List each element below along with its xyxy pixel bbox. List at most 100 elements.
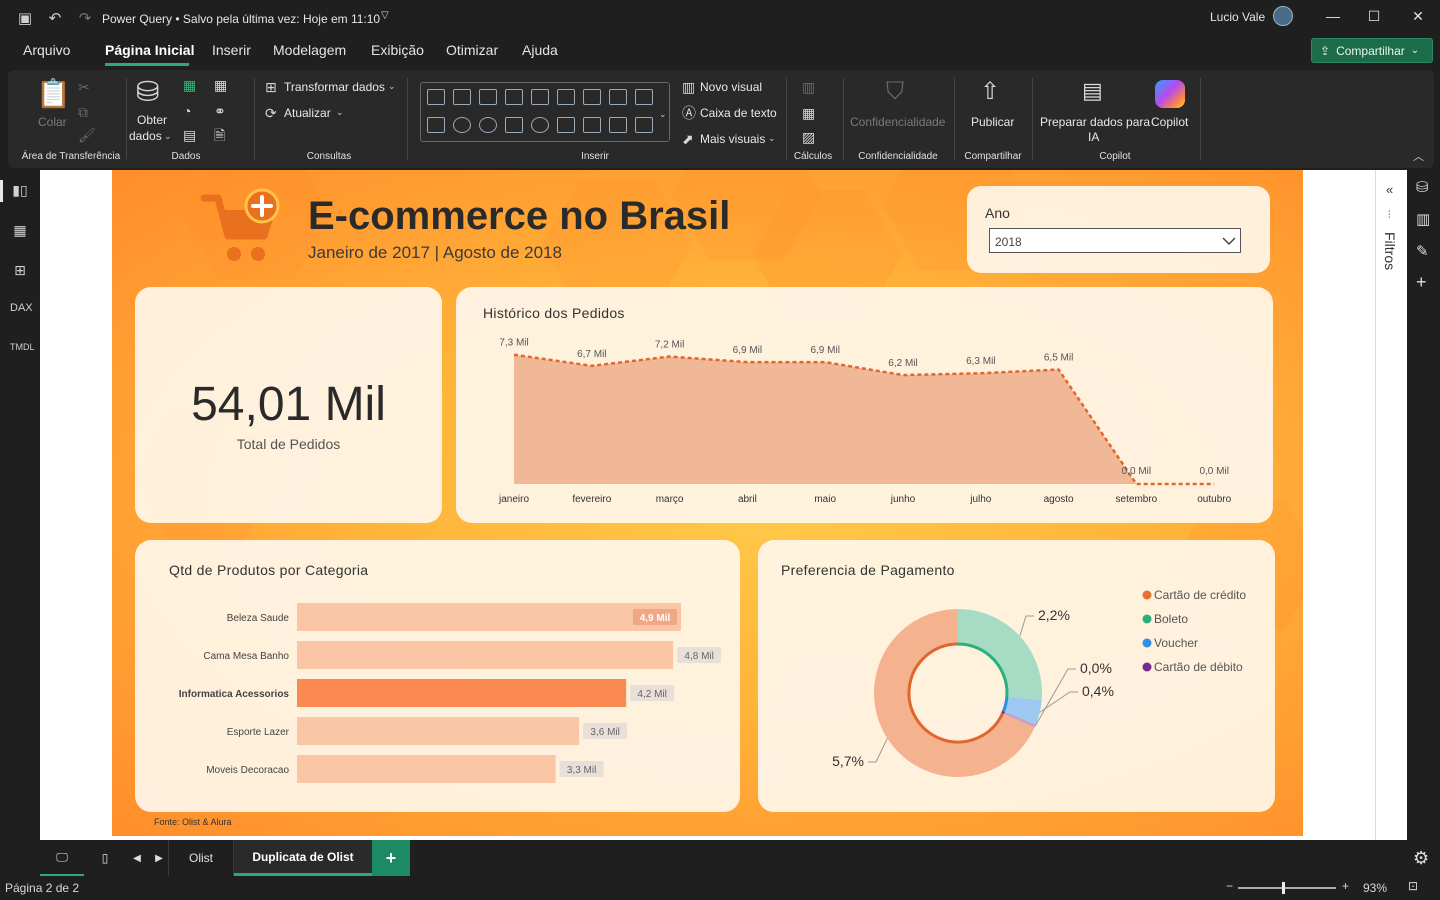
recent-sources-icon[interactable]: 🗎 — [214, 128, 225, 142]
paste-icon[interactable]: 📋 — [36, 80, 71, 108]
dax-query-icon[interactable]: DAX — [10, 302, 33, 320]
next-page-icon[interactable]: ▶ — [150, 840, 168, 876]
get-data-label-2[interactable]: dados — [129, 129, 162, 143]
new-visual-icon[interactable]: ▥ — [682, 80, 695, 94]
menu-pagina-inicial[interactable]: Página Inicial — [105, 42, 194, 58]
publish-button[interactable]: Publicar — [971, 115, 1014, 129]
menu-inserir[interactable]: Inserir — [212, 42, 251, 58]
copy-icon[interactable]: ⧉ — [78, 105, 88, 119]
excel-icon[interactable]: ▦ — [183, 78, 196, 92]
expand-filters-icon[interactable]: « — [1386, 182, 1393, 197]
format-painter-icon[interactable]: 🖌 — [78, 128, 96, 142]
page-tab-duplicata[interactable]: Duplicata de Olist — [234, 840, 372, 876]
calculator-icon[interactable]: ▦ — [802, 106, 815, 120]
zoom-slider[interactable] — [1238, 882, 1336, 894]
add-page-button[interactable]: + — [372, 840, 410, 876]
filters-label[interactable]: Filtros — [1382, 232, 1398, 270]
donut-chart-icon[interactable] — [479, 117, 497, 133]
chevron-down-icon[interactable]: ⌄ — [659, 109, 667, 120]
menu-otimizar[interactable]: Otimizar — [446, 42, 498, 58]
format-pane-icon[interactable]: ✎ — [1416, 242, 1429, 260]
kpi-card[interactable]: 54,01 Mil Total de Pedidos — [135, 287, 442, 523]
sql-icon[interactable]: ▤ — [183, 128, 196, 142]
copilot-button[interactable]: Copilot — [1151, 115, 1188, 129]
transform-icon[interactable]: ⊞ — [265, 80, 277, 94]
history-chart-card[interactable]: Histórico dos Pedidos 7,3 Mil janeiro 6,7 … — [456, 287, 1273, 523]
matrix-visual-icon[interactable] — [635, 117, 653, 133]
100-column-icon[interactable] — [557, 89, 575, 105]
chevron-down-icon[interactable]: ⌄ — [388, 81, 396, 92]
new-measure-icon[interactable]: ▨ — [802, 130, 815, 144]
model-view-icon[interactable]: ⊞ — [10, 262, 30, 280]
publish-icon[interactable]: ⇧ — [980, 80, 1000, 104]
menu-modelagem[interactable]: Modelagem — [273, 42, 346, 58]
fit-page-icon[interactable]: ⊡ — [1408, 879, 1418, 893]
chevron-down-icon[interactable]: ⌄ — [768, 133, 776, 144]
chevron-down-icon[interactable]: ⌄ — [164, 131, 172, 142]
chevron-down-icon[interactable]: ▽ — [381, 10, 389, 21]
dataverse-icon[interactable]: ⚭ — [214, 104, 226, 118]
table-view-icon[interactable]: ▦ — [10, 222, 30, 240]
clustered-bar-icon[interactable] — [479, 89, 497, 105]
redo-icon[interactable]: ↷ — [72, 5, 98, 31]
settings-gear-icon[interactable]: ⚙ — [1413, 848, 1429, 869]
visual-gallery[interactable]: ⌄ — [420, 82, 670, 142]
map-icon[interactable] — [531, 117, 549, 133]
more-visuals-icon[interactable]: ⬈ — [682, 132, 694, 146]
year-dropdown[interactable]: 2018 — [989, 228, 1241, 253]
area-chart-icon[interactable] — [609, 89, 627, 105]
close-icon[interactable]: ✕ — [1408, 8, 1428, 28]
maximize-icon[interactable]: ☐ — [1364, 8, 1384, 28]
visualizations-icon[interactable]: ▥ — [1416, 210, 1430, 228]
table-visual-icon[interactable] — [609, 117, 627, 133]
prepare-data-ai-label-2[interactable]: IA — [1088, 130, 1099, 144]
paste-label[interactable]: Colar — [38, 115, 67, 129]
database-icon[interactable]: ⛁ — [136, 78, 159, 106]
onelake-icon[interactable]: ◔ — [183, 104, 191, 118]
table-icon[interactable]: ▦ — [214, 78, 227, 92]
text-box-button[interactable]: Caixa de texto — [700, 106, 777, 120]
avatar[interactable] — [1273, 6, 1293, 26]
desktop-layout-icon[interactable]: 🖵 — [40, 840, 84, 876]
zoom-slider-thumb[interactable] — [1282, 882, 1285, 894]
line-chart-icon[interactable] — [583, 89, 601, 105]
add-pane-icon[interactable]: + — [1416, 272, 1427, 293]
stacked-column-icon[interactable] — [453, 89, 471, 105]
text-box-icon[interactable]: Ⓐ — [682, 106, 696, 120]
gauge-icon[interactable] — [557, 117, 575, 133]
menu-arquivo[interactable]: Arquivo — [23, 42, 70, 58]
scatter-chart-icon[interactable] — [635, 89, 653, 105]
100-bar-icon[interactable] — [531, 89, 549, 105]
get-data-label-1[interactable]: Obter — [137, 113, 167, 127]
chevron-down-icon[interactable]: ⌄ — [336, 107, 344, 118]
stacked-bar-icon[interactable] — [427, 89, 445, 105]
prepare-data-ai-icon[interactable]: ▤ — [1082, 80, 1103, 102]
collapse-ribbon-icon[interactable]: ︿ — [1413, 148, 1424, 164]
ribbon-chart-icon[interactable] — [427, 117, 445, 133]
clustered-column-icon[interactable] — [505, 89, 523, 105]
pie-chart-icon[interactable] — [453, 117, 471, 133]
save-icon[interactable]: ▣ — [12, 5, 38, 31]
filters-pane[interactable]: « ⫶ Filtros — [1375, 170, 1407, 840]
copilot-icon[interactable] — [1155, 80, 1185, 108]
payment-chart-card[interactable]: Preferencia de Pagamento 2,2% 0,4% 0,0% 5,7… — [758, 540, 1275, 812]
quick-measure-icon[interactable]: ▥ — [802, 80, 815, 94]
menu-ajuda[interactable]: Ajuda — [522, 42, 558, 58]
tmdl-view-icon[interactable]: TMDL — [10, 342, 35, 360]
prepare-data-ai-label-1[interactable]: Preparar dados para — [1040, 115, 1150, 129]
page-tab-olist[interactable]: Olist — [168, 840, 234, 876]
mobile-layout-icon[interactable]: ▯ — [92, 840, 118, 876]
new-visual-button[interactable]: Novo visual — [700, 80, 762, 94]
card-icon[interactable] — [583, 117, 601, 133]
report-view-icon[interactable]: ▮▯ — [0, 180, 30, 202]
zoom-out-icon[interactable]: − — [1226, 879, 1233, 893]
zoom-in-icon[interactable]: + — [1342, 879, 1349, 893]
data-pane-icon[interactable]: ⛁ — [1416, 178, 1429, 196]
minimize-icon[interactable]: — — [1323, 8, 1343, 28]
refresh-icon[interactable]: ⟳ — [265, 106, 277, 120]
undo-icon[interactable]: ↶ — [42, 5, 68, 31]
category-chart-card[interactable]: Qtd de Produtos por Categoria Beleza Sau… — [135, 540, 740, 812]
more-visuals-button[interactable]: Mais visuais — [700, 132, 765, 146]
treemap-icon[interactable] — [505, 117, 523, 133]
refresh-button[interactable]: Atualizar — [284, 106, 331, 120]
